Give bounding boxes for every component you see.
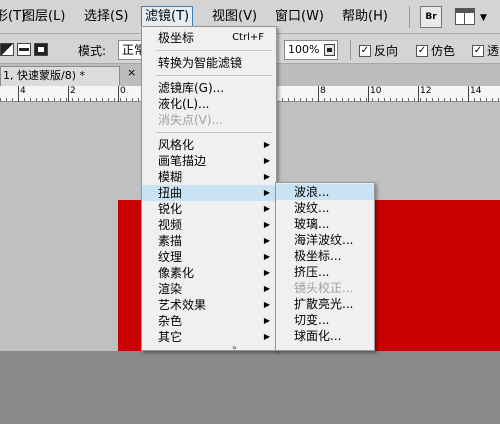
- opacity-field[interactable]: 100%: [284, 40, 338, 60]
- menu-item-noise[interactable]: 杂色 ▶: [142, 313, 276, 329]
- distort-submenu: 波浪... 波纹... 玻璃... 海洋波纹... 极坐标... 挤压... 镜…: [275, 182, 375, 351]
- menu-item-distort[interactable]: 扭曲 ▶: [142, 185, 276, 201]
- chevron-right-icon: ▶: [263, 220, 270, 229]
- opacity-slider-icon[interactable]: [324, 44, 335, 56]
- menu-item-other[interactable]: 其它 ▶: [142, 329, 276, 345]
- chevron-right-icon: ▶: [263, 252, 270, 261]
- chevron-right-icon: ▶: [263, 204, 270, 213]
- menu-view[interactable]: 视图(V): [209, 7, 260, 27]
- chevron-right-icon: ▶: [263, 156, 270, 165]
- menu-item-last-filter[interactable]: 极坐标 Ctrl+F: [142, 30, 276, 46]
- dither-checkbox[interactable]: ✓ 仿色: [416, 42, 455, 59]
- transparency-checkbox[interactable]: ✓ 透: [472, 42, 499, 59]
- menu-item-filter-gallery[interactable]: 滤镜库(G)...: [142, 80, 276, 96]
- menu-item-ocean-ripple[interactable]: 海洋波纹...: [276, 232, 374, 248]
- filter-menu: 极坐标 Ctrl+F 转换为智能滤镜 滤镜库(G)... 液化(L)... 消失…: [141, 26, 277, 352]
- close-icon[interactable]: ×: [127, 66, 136, 79]
- menu-item-pinch[interactable]: 挤压...: [276, 264, 374, 280]
- chevron-right-icon: ▶: [263, 140, 270, 149]
- reflected-gradient-icon[interactable]: [17, 43, 31, 56]
- menu-item-vanishing-point: 消失点(V)...: [158, 113, 224, 127]
- dither-label: 仿色: [431, 44, 456, 58]
- workspace-layout-icon[interactable]: [455, 8, 475, 25]
- chevron-down-icon[interactable]: ▼: [480, 13, 487, 23]
- bridge-button[interactable]: Br: [420, 6, 442, 28]
- mode-label: 模式:: [78, 44, 107, 58]
- menu-item-spherize[interactable]: 球面化...: [276, 328, 374, 344]
- menu-divider: [156, 50, 272, 51]
- chevron-right-icon: ▶: [263, 300, 270, 309]
- shortcut-label: Ctrl+F: [232, 32, 264, 43]
- opacity-value: 100%: [288, 43, 320, 56]
- menu-window[interactable]: 窗口(W): [272, 7, 327, 27]
- checkmark-icon: ✓: [359, 44, 371, 57]
- menu-divider: [156, 75, 272, 76]
- menu-item-polar-coordinates[interactable]: 极坐标...: [276, 248, 374, 264]
- menu-item-pixelate[interactable]: 像素化 ▶: [142, 265, 276, 281]
- menu-layer[interactable]: 图层(L): [19, 7, 68, 27]
- reverse-checkbox[interactable]: ✓ 反向: [359, 42, 398, 59]
- menu-item-stylize[interactable]: 风格化 ▶: [142, 137, 276, 153]
- menu-item-texture[interactable]: 纹理 ▶: [142, 249, 276, 265]
- menu-select[interactable]: 选择(S): [81, 7, 131, 27]
- menu-divider: [409, 6, 410, 28]
- chevron-right-icon: ▶: [263, 172, 270, 181]
- menu-item-glass[interactable]: 玻璃...: [276, 216, 374, 232]
- chevron-right-icon: ▶: [263, 236, 270, 245]
- options-divider: [350, 40, 351, 60]
- diamond-gradient-icon[interactable]: [34, 43, 48, 56]
- chevron-right-icon: ▶: [263, 332, 270, 341]
- menu-item-liquify[interactable]: 液化(L)...: [142, 96, 276, 112]
- ruler-label: 0: [120, 86, 126, 96]
- chevron-right-icon: ▶: [263, 188, 270, 197]
- ruler-label: 14: [470, 86, 482, 96]
- menu-help[interactable]: 帮助(H): [339, 7, 391, 27]
- reverse-label: 反向: [374, 44, 399, 58]
- menu-item-brush-strokes[interactable]: 画笔描边 ▶: [142, 153, 276, 169]
- menu-filter[interactable]: 滤镜(T): [141, 6, 194, 28]
- gradient-style-icons: [0, 43, 48, 56]
- menu-item-sketch[interactable]: 素描 ▶: [142, 233, 276, 249]
- menu-item-lens-correction: 镜头校正...: [294, 281, 354, 295]
- checkmark-icon: ✓: [472, 44, 484, 57]
- workspace-background: [0, 337, 500, 424]
- ruler-label: 2: [70, 86, 76, 96]
- ruler-label: 12: [420, 86, 432, 96]
- menu-item-render[interactable]: 渲染 ▶: [142, 281, 276, 297]
- chevron-right-icon: ▶: [263, 284, 270, 293]
- checkmark-icon: ✓: [416, 44, 428, 57]
- menu-item-blur[interactable]: 模糊 ▶: [142, 169, 276, 185]
- ruler-label: 10: [370, 86, 382, 96]
- menu-item-shear[interactable]: 切变...: [276, 312, 374, 328]
- more-items-chevron-icon[interactable]: »: [232, 343, 237, 352]
- menu-item-diffuse-glow[interactable]: 扩散亮光...: [276, 296, 374, 312]
- chevron-right-icon: ▶: [263, 268, 270, 277]
- menu-item-zigzag[interactable]: 波纹...: [276, 200, 374, 216]
- menu-item-convert-smart-filter[interactable]: 转换为智能滤镜: [142, 55, 276, 71]
- menu-item-video[interactable]: 视频 ▶: [142, 217, 276, 233]
- transparency-label: 透: [487, 44, 500, 58]
- menu-item-wave[interactable]: 波浪...: [276, 184, 374, 200]
- linear-gradient-icon[interactable]: [0, 43, 14, 56]
- document-tab[interactable]: 1, 快速蒙版/8) *: [0, 66, 120, 86]
- chevron-right-icon: ▶: [263, 316, 270, 325]
- menu-item-artistic[interactable]: 艺术效果 ▶: [142, 297, 276, 313]
- menu-divider: [156, 132, 272, 133]
- ruler-label: 4: [20, 86, 26, 96]
- ruler-label: 8: [320, 86, 326, 96]
- menu-item-sharpen[interactable]: 锐化 ▶: [142, 201, 276, 217]
